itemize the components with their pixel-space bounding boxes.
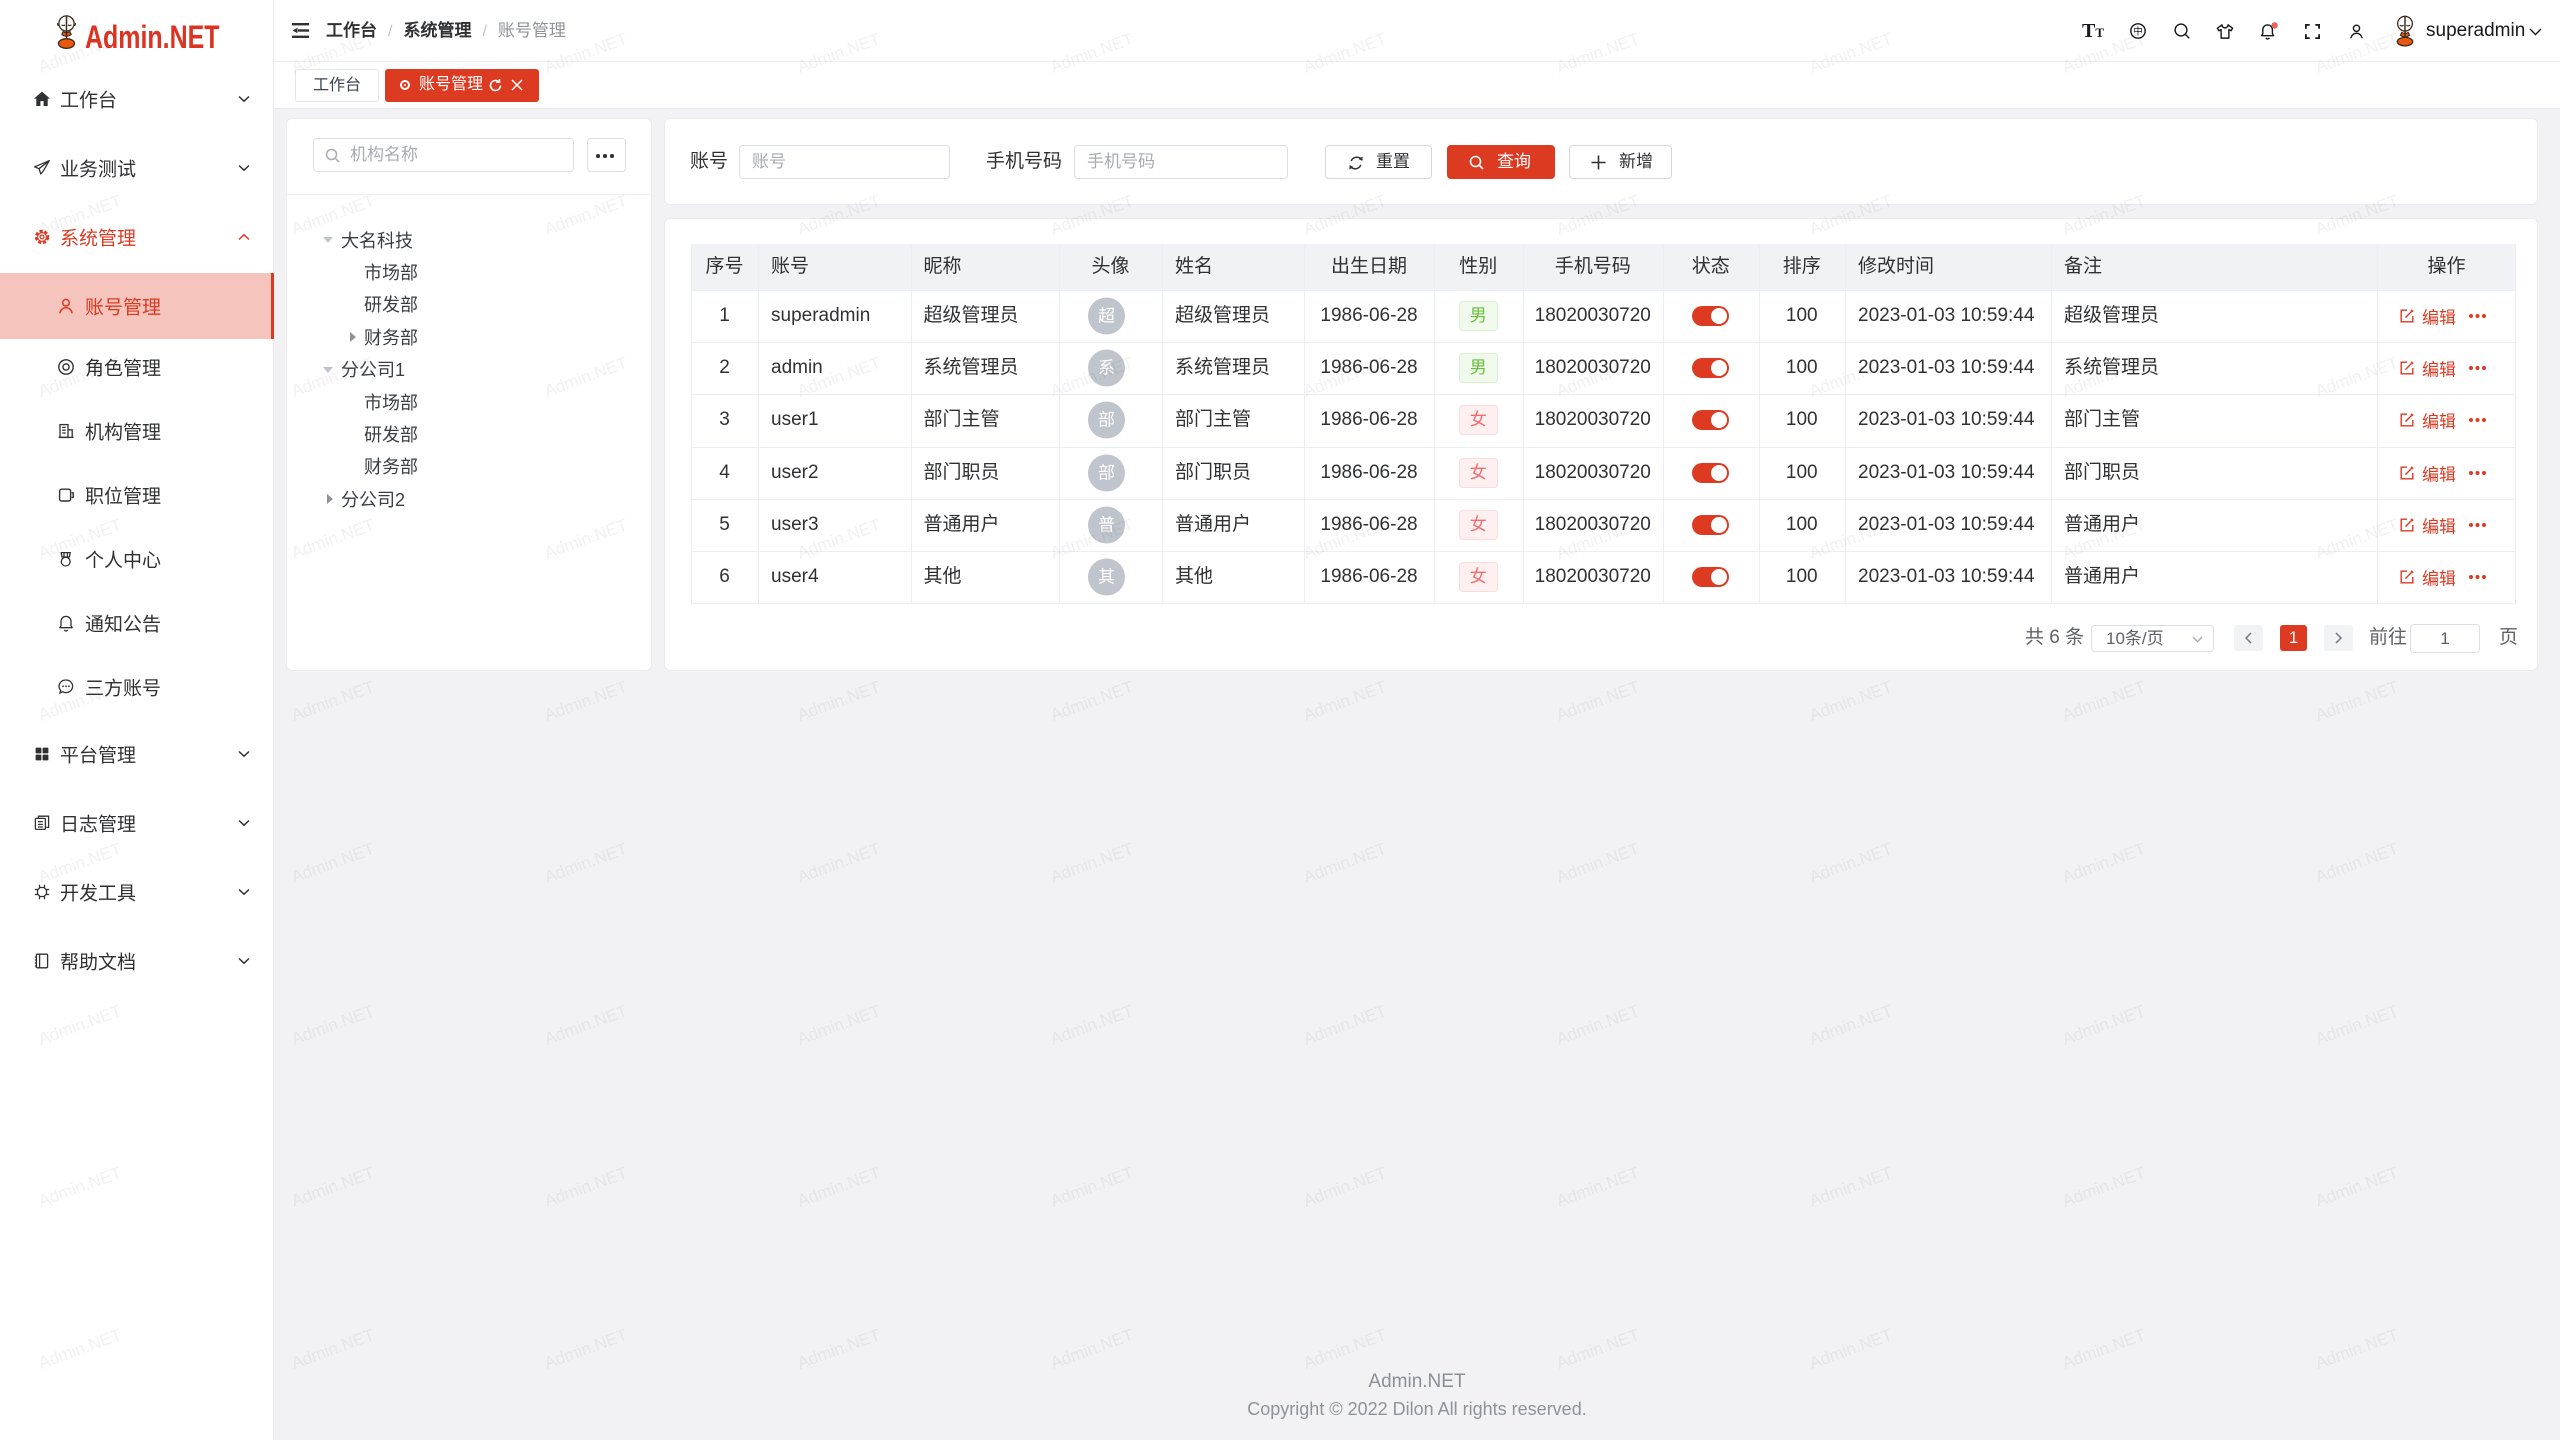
svg-text:中: 中: [2133, 25, 2143, 37]
